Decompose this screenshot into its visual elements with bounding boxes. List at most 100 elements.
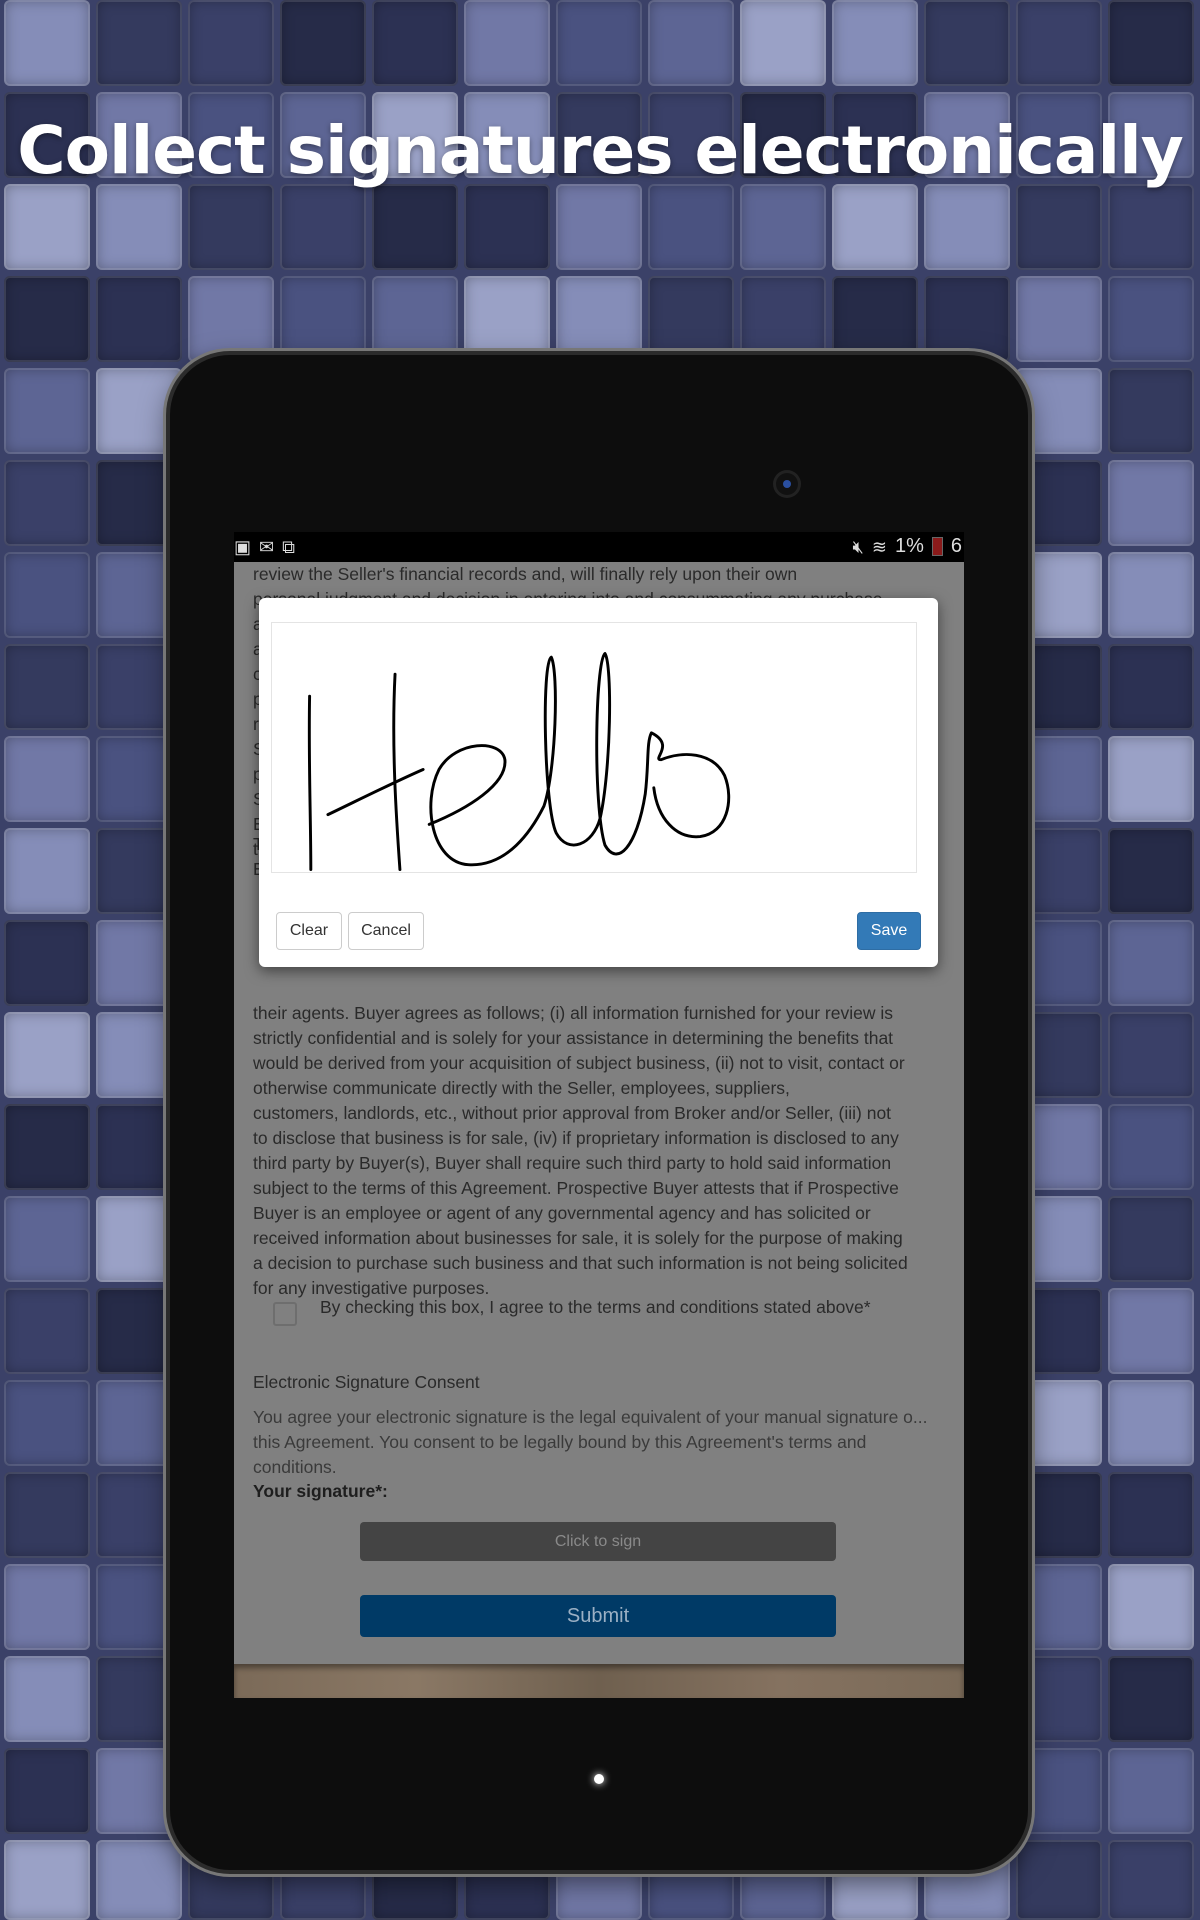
background-tile (4, 828, 90, 914)
background-tile (280, 276, 366, 362)
background-tile (740, 0, 826, 86)
clear-button[interactable]: Clear (276, 912, 342, 950)
background-tile (832, 184, 918, 270)
signature-stroke (307, 694, 313, 872)
background-tile (96, 276, 182, 362)
background-tile (648, 0, 734, 86)
doc-line: customers, landlords, etc., without prio… (253, 1103, 892, 1123)
background-tile (4, 276, 90, 362)
background-tile (4, 1472, 90, 1558)
battery-icon (931, 537, 943, 556)
consent-line: You agree your electronic signature is t… (253, 1407, 928, 1427)
doc-line: review the Seller's financial records an… (253, 564, 798, 584)
background-tile (96, 184, 182, 270)
background-tile (1108, 276, 1194, 362)
background-tile (4, 644, 90, 730)
background-tile (1016, 1288, 1102, 1374)
background-tile (4, 368, 90, 454)
submit-button[interactable]: Submit (360, 1595, 836, 1637)
consent-title: Electronic Signature Consent (253, 1372, 480, 1392)
background-tile (4, 920, 90, 1006)
background-tile (1108, 1840, 1194, 1920)
footer-wood-strip (234, 1664, 964, 1698)
background-tile (924, 276, 1010, 362)
doc-line: a decision to purchase such business and… (253, 1253, 908, 1273)
background-tile (4, 1748, 90, 1834)
background-tile (924, 184, 1010, 270)
doc-line: to disclose that business is for sale, (… (253, 1128, 899, 1148)
background-tile (4, 1288, 90, 1374)
background-tile (1108, 1104, 1194, 1190)
background-tile (4, 1564, 90, 1650)
background-tile (1016, 184, 1102, 270)
background-tile (1016, 1656, 1102, 1742)
background-tile (1016, 828, 1102, 914)
signature-stroke (427, 652, 731, 867)
signature-stroke (392, 672, 402, 872)
camera-icon (776, 473, 798, 495)
signature-label: Your signature*: (253, 1481, 388, 1501)
background-tile (188, 0, 274, 86)
background-tile (4, 552, 90, 638)
background-tile (4, 184, 90, 270)
doc-line: would be derived from your acquisition o… (253, 1053, 905, 1073)
status-bar: ▣ ✉ ⧉ 🔇︎ ≋ 1% 6 (234, 532, 964, 562)
background-tile (832, 0, 918, 86)
background-tile (280, 0, 366, 86)
background-tile (740, 184, 826, 270)
doc-line: their agents. Buyer agrees as follows; (… (253, 1003, 893, 1023)
consent-line: conditions. (253, 1457, 337, 1477)
home-indicator (594, 1774, 604, 1784)
background-tile (556, 0, 642, 86)
background-tile (1108, 1472, 1194, 1558)
background-tile (1016, 1472, 1102, 1558)
background-tile (1108, 1656, 1194, 1742)
cancel-button[interactable]: Cancel (348, 912, 424, 950)
background-tile (1108, 368, 1194, 454)
background-tile (1016, 1196, 1102, 1282)
background-tile (1108, 1196, 1194, 1282)
signature-pad[interactable] (271, 622, 917, 873)
wifi-icon: ≋ (871, 536, 887, 557)
background-tile (1016, 276, 1102, 362)
doc-line: subject to the terms of this Agreement. … (253, 1178, 899, 1198)
signature-ink (307, 652, 731, 872)
doc-line: third party by Buyer(s), Buyer shall req… (253, 1153, 892, 1173)
background-tile (4, 736, 90, 822)
doc-line: otherwise communicate directly with the … (253, 1078, 790, 1098)
agree-checkbox[interactable] (273, 1302, 297, 1326)
background-tile (648, 276, 734, 362)
signature-stroke (326, 768, 425, 817)
background-tile (1016, 736, 1102, 822)
mute-icon: 🔇︎ (852, 536, 864, 557)
click-to-sign-button[interactable]: Click to sign (360, 1522, 836, 1561)
save-button[interactable]: Save (857, 912, 921, 950)
background-tile (1108, 552, 1194, 638)
background-tile (1016, 920, 1102, 1006)
background-tile (1108, 644, 1194, 730)
background-tile (556, 276, 642, 362)
background-tile (1108, 460, 1194, 546)
background-tile (740, 276, 826, 362)
signature-modal: Clear Cancel Save (259, 598, 938, 967)
background-tile (924, 0, 1010, 86)
background-tile (4, 0, 90, 86)
background-tile (1016, 368, 1102, 454)
background-tile (372, 276, 458, 362)
background-tile (96, 1840, 182, 1920)
background-tile (4, 1380, 90, 1466)
background-tile (1108, 1564, 1194, 1650)
tablet-screen: ▣ ✉ ⧉ 🔇︎ ≋ 1% 6 review the Seller's fina… (234, 532, 964, 1698)
background-tile (4, 1840, 90, 1920)
background-tile (1016, 1748, 1102, 1834)
doc-line: Buyer is an employee or agent of any gov… (253, 1203, 871, 1223)
background-tile (1108, 1012, 1194, 1098)
background-tile (4, 1656, 90, 1742)
background-tile (1108, 0, 1194, 86)
background-tile (1108, 1748, 1194, 1834)
background-tile (1016, 644, 1102, 730)
background-tile (4, 1104, 90, 1190)
background-tile (1108, 184, 1194, 270)
headline: Collect signatures electronically (17, 112, 1183, 189)
gallery-icon: ▣ (234, 537, 252, 557)
